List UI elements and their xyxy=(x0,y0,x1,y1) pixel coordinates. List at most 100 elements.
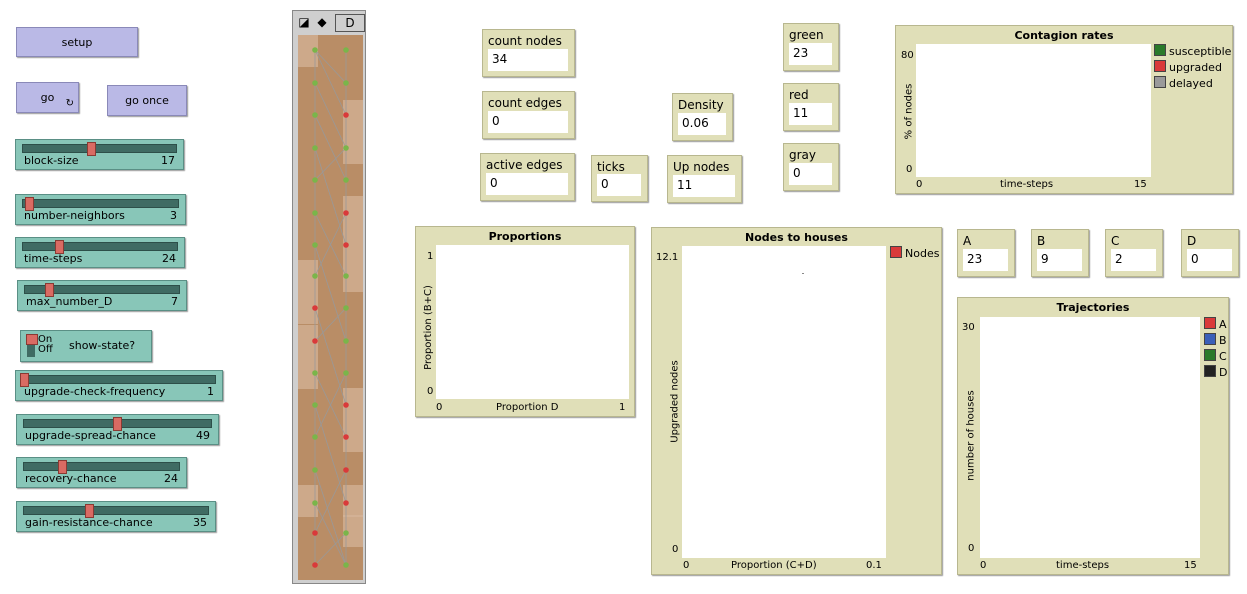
green-node xyxy=(343,273,349,279)
monitor-value: 0 xyxy=(1187,249,1232,271)
legend-swatch xyxy=(890,246,902,258)
green-node xyxy=(312,177,318,183)
forever-icon: ↻ xyxy=(65,98,74,109)
green-node xyxy=(343,530,349,536)
monitor-a: A 23 xyxy=(957,229,1015,277)
slider-name: max_number_D xyxy=(26,295,113,308)
slider-value: 3 xyxy=(170,209,177,222)
monitor-value: 2 xyxy=(1111,249,1156,271)
green-node xyxy=(343,80,349,86)
show-state-switch[interactable]: On Off show-state? xyxy=(20,330,152,362)
three-d-view-icon[interactable]: D xyxy=(335,14,365,32)
monitor-label: Density xyxy=(678,98,724,112)
legend-item: upgraded xyxy=(1154,60,1222,74)
plot-area xyxy=(436,245,629,399)
slider-value: 7 xyxy=(171,295,178,308)
y-axis-label: Upgraded nodes xyxy=(669,360,681,443)
monitor-value: 0 xyxy=(488,111,568,133)
x-min-tick: 0 xyxy=(980,560,987,571)
y-min-tick: 0 xyxy=(968,543,975,554)
legend-swatch xyxy=(1204,365,1216,377)
x-min-tick: 0 xyxy=(683,560,690,571)
y-min-tick: 0 xyxy=(906,164,913,175)
slider-block-size[interactable]: block-size 17 xyxy=(15,139,184,170)
monitor-label: gray xyxy=(789,148,817,162)
legend-item: C xyxy=(1204,349,1227,363)
monitor-value: 0.06 xyxy=(678,113,726,135)
monitor-c: C 2 xyxy=(1105,229,1163,277)
setup-button-label: setup xyxy=(61,35,93,49)
slider-recovery-chance[interactable]: recovery-chance 24 xyxy=(16,457,187,488)
y-axis-label: number of houses xyxy=(965,390,977,481)
monitor-density: Density 0.06 xyxy=(672,93,733,141)
x-max-tick: 1 xyxy=(619,402,626,413)
x-max-tick: 15 xyxy=(1134,179,1147,190)
monitor-label: ticks xyxy=(597,160,625,174)
y-max-tick: 80 xyxy=(901,50,914,61)
plot-title: Trajectories xyxy=(1056,301,1130,314)
green-node xyxy=(343,145,349,151)
x-max-tick: 0.1 xyxy=(866,560,882,571)
red-node xyxy=(343,242,349,248)
plot-proportions: Proportions 1 0 0 1 Proportion D Proport… xyxy=(415,226,635,417)
legend-swatch xyxy=(1204,349,1216,361)
switch-thumb[interactable] xyxy=(26,334,38,345)
green-node xyxy=(312,467,318,473)
slider-name: upgrade-check-frequency xyxy=(24,385,166,398)
world-view[interactable]: ◪ ◆ D xyxy=(292,10,366,584)
y-max-tick: 12.1 xyxy=(656,252,679,263)
green-node xyxy=(312,210,318,216)
y-min-tick: 0 xyxy=(672,544,679,555)
world-canvas xyxy=(298,35,363,580)
x-axis-label: time-steps xyxy=(1000,179,1054,190)
go-once-button-label: go once xyxy=(125,94,169,107)
horizontal-wrap-icon[interactable]: ◆ xyxy=(315,14,329,30)
go-button[interactable]: go ↻ xyxy=(16,82,79,113)
slider-name: number-neighbors xyxy=(24,209,125,222)
plot-area xyxy=(980,317,1200,558)
slider-max-number-d[interactable]: max_number_D 7 xyxy=(17,280,187,311)
slider-track xyxy=(24,283,180,297)
monitor-label: A xyxy=(963,234,972,248)
monitor-value: 23 xyxy=(963,249,1008,271)
legend-label: D xyxy=(1219,366,1228,379)
x-axis-label: Proportion (C+D) xyxy=(731,560,817,571)
legend-swatch xyxy=(1204,333,1216,345)
monitor-label: count edges xyxy=(488,96,562,110)
monitor-active-edges: active edges 0 xyxy=(480,153,575,201)
monitor-gray: gray 0 xyxy=(783,143,839,191)
view-toggle-icon[interactable]: ◪ xyxy=(297,14,311,30)
monitor-label: green xyxy=(789,28,824,42)
slider-name: recovery-chance xyxy=(25,472,117,485)
red-node xyxy=(312,530,318,536)
plot-area xyxy=(682,246,886,558)
slider-track xyxy=(23,504,209,518)
legend-label: C xyxy=(1219,350,1227,363)
plot-contagion-rates: Contagion rates 80 0 0 15 time-steps % o… xyxy=(895,25,1233,194)
slider-handle[interactable] xyxy=(87,142,97,156)
legend-label: B xyxy=(1219,334,1227,347)
monitor-red: red 11 xyxy=(783,83,839,131)
slider-gain-resistance-chance[interactable]: gain-resistance-chance 35 xyxy=(16,501,216,532)
monitor-label: B xyxy=(1037,234,1046,248)
monitor-value: 0 xyxy=(486,173,568,195)
go-once-button[interactable]: go once xyxy=(107,85,187,116)
monitor-value: 11 xyxy=(789,103,832,125)
slider-track xyxy=(22,142,177,156)
slider-upgrade-spread-chance[interactable]: upgrade-spread-chance 49 xyxy=(16,414,219,445)
setup-button[interactable]: setup xyxy=(16,27,138,57)
legend-swatch xyxy=(1154,60,1166,72)
x-axis-label: time-steps xyxy=(1056,560,1110,571)
slider-upgrade-check-frequency[interactable]: upgrade-check-frequency 1 xyxy=(15,370,223,401)
slider-number-neighbors[interactable]: number-neighbors 3 xyxy=(15,194,186,225)
y-max-tick: 30 xyxy=(962,322,975,333)
green-node xyxy=(312,145,318,151)
red-node xyxy=(312,562,318,568)
switch-off-label: Off xyxy=(38,344,53,355)
slider-value: 1 xyxy=(207,385,214,398)
monitor-value: 11 xyxy=(673,175,735,197)
plot-title: Contagion rates xyxy=(1014,29,1114,42)
slider-time-steps[interactable]: time-steps 24 xyxy=(15,237,185,268)
red-node xyxy=(343,500,349,506)
green-node xyxy=(343,177,349,183)
